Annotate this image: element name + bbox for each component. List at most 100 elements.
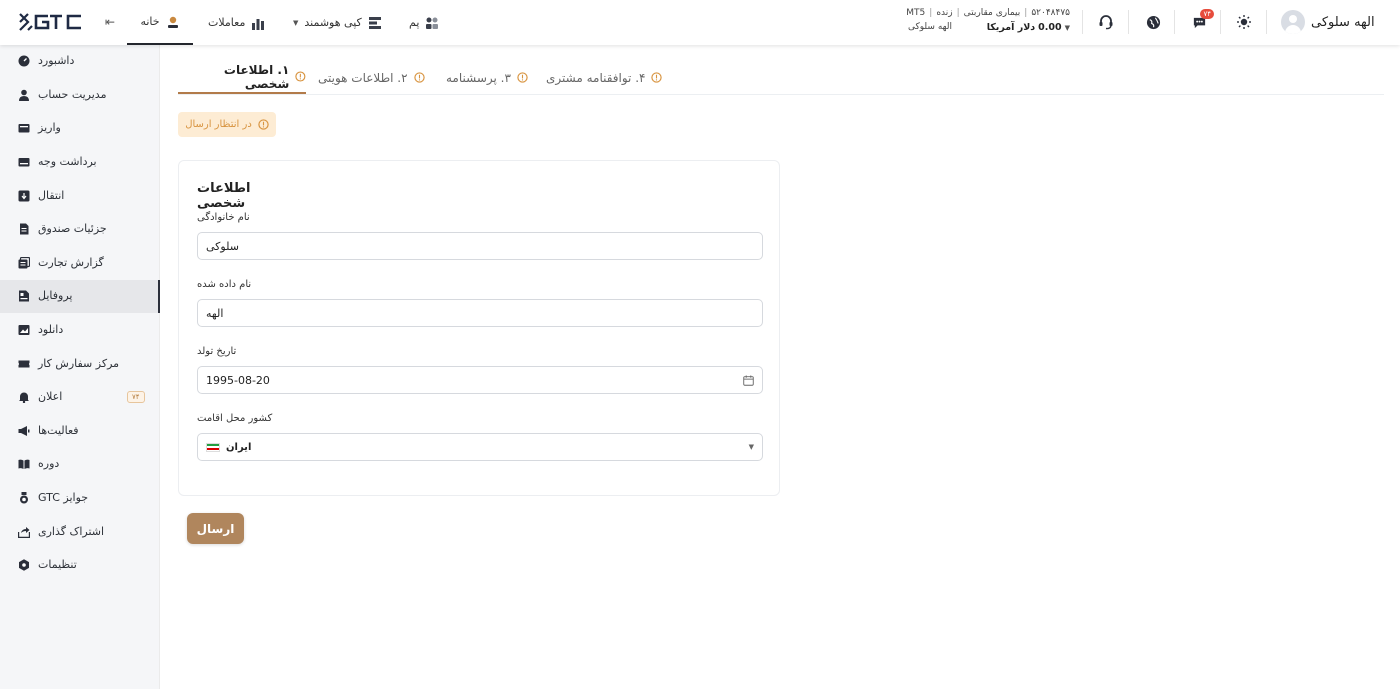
divider — [1082, 10, 1083, 34]
sidebar-item-withdraw[interactable]: برداشت وجه — [0, 146, 160, 179]
chevron-down-icon: ▼ — [1064, 23, 1070, 32]
sidebar: داشبورد مدیریت حساب واریز برداشت وجه انت… — [0, 45, 160, 689]
warning-icon — [651, 72, 663, 83]
sidebar-item-label: برداشت وجه — [38, 155, 97, 168]
sidebar-item-label: پروفایل — [38, 289, 73, 302]
tab-identity-info[interactable]: ۲. اطلاعات هویتی — [318, 61, 425, 94]
megaphone-icon — [18, 426, 30, 436]
first-name-field[interactable] — [197, 299, 763, 327]
account-platform: MT5 — [906, 8, 926, 18]
theme-toggle-icon[interactable] — [1235, 13, 1253, 31]
tab-questionnaire-label: ۳. پرسشنامه — [446, 70, 511, 85]
nav-trades[interactable]: معاملات — [208, 0, 265, 45]
sidebar-item-notifications[interactable]: اعلان ۷۴ — [0, 381, 160, 414]
globe-icon[interactable] — [1144, 13, 1162, 31]
birth-date-field[interactable]: 1995-08-20 — [197, 366, 763, 394]
first-name-label: نام داده شده — [197, 279, 252, 290]
warning-icon — [413, 72, 425, 83]
profile-icon — [19, 290, 29, 302]
personal-info-card: اطلاعات شخصی نام خانوادگی نام داده شده ت… — [178, 160, 780, 496]
medal-icon — [20, 492, 28, 504]
iran-flag-icon — [206, 442, 220, 452]
user-menu[interactable]: الهه سلوکی — [1281, 9, 1375, 35]
sidebar-item-label: گزارش تجارت — [38, 256, 104, 269]
sidebar-item-profile[interactable]: پروفایل — [0, 280, 160, 313]
copy-icon — [368, 16, 381, 29]
account-balance-row: ▼ 0.00 دلار آمریکا الهه سلوکی — [908, 22, 1070, 33]
notification-count-badge: ۷۴ — [1200, 9, 1214, 19]
top-bar: ⇤ خانه معاملات کپی هوشمند ▼ پم ۵۲۰۴۸۴۷۵ … — [0, 0, 1400, 45]
sidebar-item-label: انتقال — [38, 189, 65, 202]
calendar-icon[interactable] — [743, 374, 754, 386]
sidebar-item-dashboard[interactable]: داشبورد — [0, 45, 160, 78]
sidebar-item-course[interactable]: دوره — [0, 448, 160, 481]
document-icon — [20, 223, 29, 235]
sidebar-item-share[interactable]: اشتراک گذاری — [0, 516, 160, 549]
account-selector[interactable]: ۵۲۰۴۸۴۷۵ | بیماری مقاربتی | زنده | MT5 ▼… — [906, 8, 1070, 33]
sidebar-item-label: اعلان — [38, 390, 63, 403]
sidebar-item-label: اشتراک گذاری — [38, 525, 105, 538]
country-label: کشور محل اقامت — [197, 413, 273, 424]
country-value: ایران — [226, 441, 252, 453]
divider — [1174, 10, 1175, 34]
tab-client-agreement-label: ۴. توافقنامه مشتری — [546, 70, 646, 85]
nav-home[interactable]: خانه — [127, 0, 193, 45]
divider — [1220, 10, 1221, 34]
sidebar-item-settings[interactable]: تنظیمات — [0, 549, 160, 582]
pamm-icon — [426, 17, 439, 29]
birth-date-label: تاریخ تولد — [197, 346, 237, 357]
warning-icon — [517, 72, 528, 83]
sidebar-item-account-management[interactable]: مدیریت حساب — [0, 79, 160, 112]
sidebar-item-download[interactable]: دانلود — [0, 314, 160, 347]
collapse-sidebar-icon[interactable]: ⇤ — [102, 14, 118, 30]
support-icon[interactable] — [1097, 13, 1115, 31]
user-name: الهه سلوکی — [1311, 14, 1375, 30]
sidebar-item-label: مدیریت حساب — [38, 88, 107, 101]
sidebar-item-label: جزئیات صندوق — [38, 222, 107, 235]
sidebar-item-label: واریز — [38, 121, 61, 134]
sidebar-item-activities[interactable]: فعالیت‌ها — [0, 415, 160, 448]
user-icon — [19, 89, 29, 101]
account-balance: 0.00 — [1038, 22, 1062, 33]
chevron-down-icon: ▼ — [748, 443, 754, 451]
last-name-field[interactable] — [197, 232, 763, 260]
nav-pamm[interactable]: پم — [409, 0, 439, 45]
account-status: زنده — [936, 8, 953, 18]
sidebar-item-deposit[interactable]: واریز — [0, 112, 160, 145]
sidebar-item-label: جوایز GTC — [38, 491, 89, 504]
birth-date-value: 1995-08-20 — [206, 373, 270, 387]
nav-smart-copy[interactable]: کپی هوشمند ▼ — [293, 0, 382, 45]
notification-badge: ۷۴ — [127, 391, 145, 403]
sidebar-item-label: دوره — [38, 457, 60, 470]
sidebar-item-gtc-rewards[interactable]: جوایز GTC — [0, 482, 160, 515]
last-name-label: نام خانوادگی — [197, 212, 250, 223]
account-number: ۵۲۰۴۸۴۷۵ — [1031, 8, 1070, 18]
share-icon — [18, 527, 30, 538]
sidebar-item-ticket-center[interactable]: مرکز سفارش کار — [0, 348, 160, 381]
chart-icon — [252, 18, 265, 30]
settings-icon — [19, 559, 29, 571]
chat-icon[interactable]: ۷۴ — [1190, 9, 1214, 31]
sidebar-item-label: دانلود — [38, 323, 64, 336]
bell-icon — [19, 392, 29, 403]
sidebar-item-transfer[interactable]: انتقال — [0, 180, 160, 213]
tab-questionnaire[interactable]: ۳. پرسشنامه — [446, 61, 528, 94]
gtc-logo[interactable] — [18, 12, 84, 32]
sidebar-item-trade-report[interactable]: گزارش تجارت — [0, 247, 160, 280]
country-select[interactable]: ایران ▼ — [197, 433, 763, 461]
sidebar-item-label: تنظیمات — [38, 558, 77, 571]
first-name-input[interactable] — [206, 306, 754, 320]
transfer-icon — [18, 190, 30, 202]
country-value-wrap: ایران — [206, 442, 749, 453]
submit-button[interactable]: ارسال — [187, 513, 244, 544]
tab-client-agreement[interactable]: ۴. توافقنامه مشتری — [546, 61, 663, 94]
last-name-input[interactable] — [206, 239, 754, 253]
sidebar-item-fund-details[interactable]: جزئیات صندوق — [0, 213, 160, 246]
divider — [1266, 10, 1267, 34]
download-icon — [18, 325, 30, 335]
tab-personal-info-label: ۱. اطلاعات شخصی — [223, 62, 290, 91]
status-badge: در انتظار ارسال — [178, 112, 276, 137]
tab-personal-info[interactable]: ۱. اطلاعات شخصی — [178, 61, 306, 94]
book-icon — [18, 459, 30, 469]
sidebar-item-label: مرکز سفارش کار — [38, 357, 120, 370]
